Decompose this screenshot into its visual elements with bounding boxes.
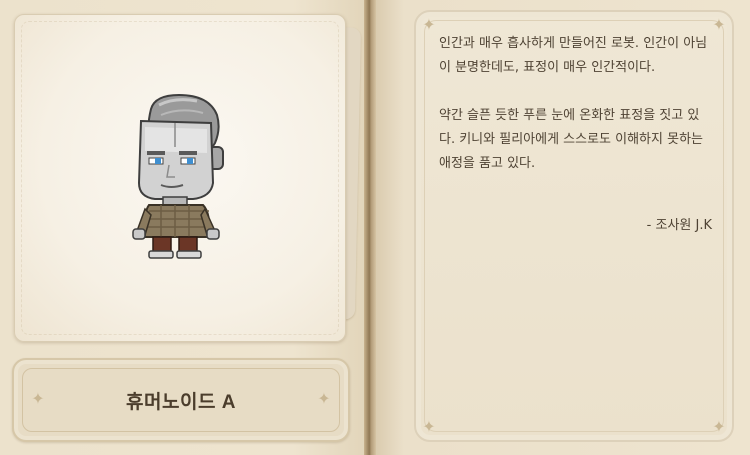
sparkle-icon: ✦ [31,389,45,408]
sparkle-icon: ✦ [422,417,436,436]
sparkle-icon: ✦ [422,15,436,34]
book-spine [364,0,376,455]
description-paragraph: 인간과 매우 흡사하게 만들어진 로봇. 인간이 아님이 분명한데도, 표정이 … [439,36,708,75]
description-paragraph: 약간 슬픈 듯한 푸른 눈에 온화한 표정을 짓고 있다. 키니와 필리아에게 … [439,108,703,171]
description-text: 인간과 매우 흡사하게 만들어진 로봇. 인간이 아님이 분명한데도, 표정이 … [439,32,713,200]
humanoid-robot-sprite-icon [132,93,224,259]
sparkle-icon: ✦ [317,389,331,408]
entry-name: 휴머노이드 A [126,392,236,413]
author-signature: - 조사원 J.K [646,218,712,233]
sparkle-icon: ✦ [712,417,726,436]
book: 휴머노이드 A ✦ ✦ ✦ ✦ ✦ ✦ 인간과 매우 흡사하게 만들어진 로봇.… [0,0,750,455]
sparkle-icon: ✦ [712,15,726,34]
name-plate: 휴머노이드 A ✦ ✦ [12,358,350,442]
